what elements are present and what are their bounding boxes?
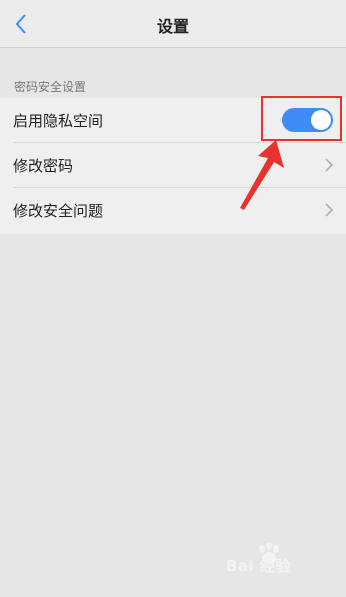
section-label: 密码安全设置 bbox=[14, 80, 87, 94]
change-password-label: 修改密码 bbox=[13, 157, 74, 175]
change-security-question-label: 修改安全问题 bbox=[13, 202, 104, 220]
change-security-question-row[interactable]: 修改安全问题 bbox=[0, 188, 346, 232]
top-bar: 设置 bbox=[0, 0, 346, 48]
chevron-right-icon bbox=[325, 203, 334, 217]
baidu-jingyan-watermark: Bai 经验 bbox=[226, 543, 334, 583]
chevron-right-icon bbox=[325, 158, 334, 172]
annotation-arrow-icon bbox=[240, 140, 284, 210]
annotation-highlight-box bbox=[261, 96, 342, 141]
privacy-space-label: 启用隐私空间 bbox=[13, 112, 104, 130]
watermark-text: Bai 经验 bbox=[226, 557, 291, 575]
page-title: 设置 bbox=[156, 17, 189, 36]
change-password-row[interactable]: 修改密码 bbox=[0, 143, 346, 187]
